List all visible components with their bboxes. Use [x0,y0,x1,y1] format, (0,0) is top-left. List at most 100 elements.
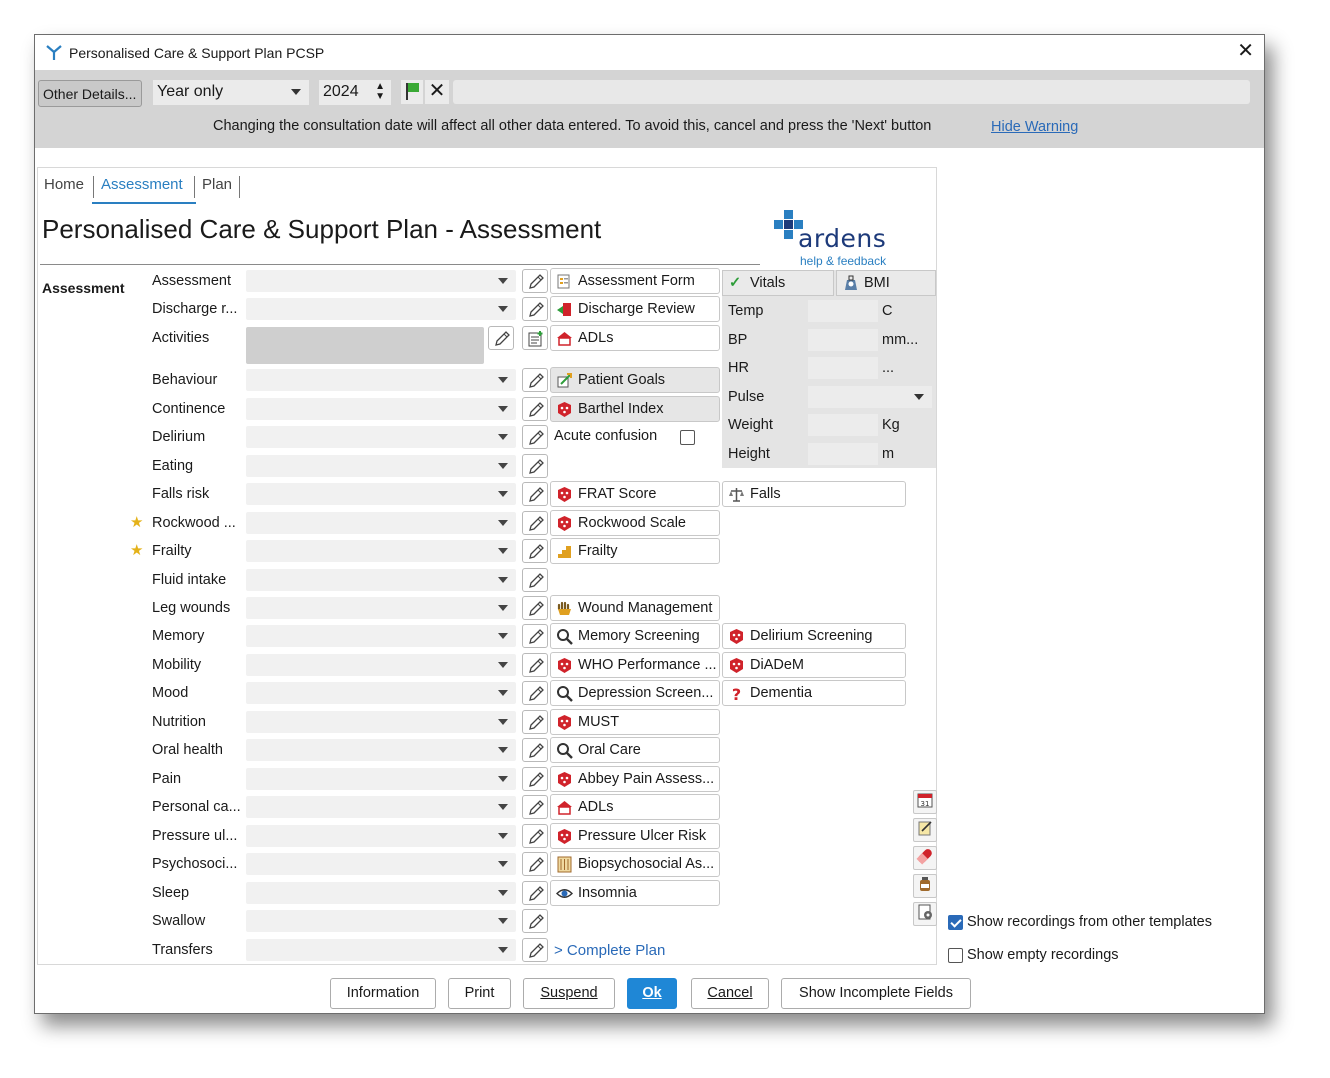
pulse-select[interactable] [808,386,932,408]
vital-input[interactable] [808,414,878,436]
row-dropdown[interactable] [246,654,516,676]
vital-input[interactable] [808,357,878,379]
row-link-button[interactable]: Insomnia [550,880,720,906]
row-dropdown[interactable] [246,426,516,448]
row-dropdown[interactable] [246,796,516,818]
pencil-icon[interactable] [522,681,548,705]
tab-plan[interactable]: Plan [202,176,232,193]
hide-warning-link[interactable]: Hide Warning [991,119,1078,135]
row-link-button[interactable]: Frailty [550,538,720,564]
tab-home[interactable]: Home [44,176,84,193]
pencil-icon[interactable] [522,710,548,734]
pencil-icon[interactable] [522,297,548,321]
ardens-logo[interactable]: ardens help & feedback [772,208,902,270]
row-dropdown[interactable] [246,768,516,790]
row-dropdown[interactable] [246,569,516,591]
row-dropdown[interactable] [246,910,516,932]
row-dropdown[interactable] [246,540,516,562]
green-flag-icon[interactable] [401,80,423,104]
pencil-icon[interactable] [522,795,548,819]
clear-date-icon[interactable]: ✕ [425,80,449,104]
row-dropdown[interactable] [246,853,516,875]
row-link-button[interactable]: Memory Screening [550,623,720,649]
row-link-button[interactable]: ADLs [550,325,720,351]
pencil-icon[interactable] [522,767,548,791]
row-dropdown[interactable] [246,455,516,477]
row-dropdown[interactable] [246,483,516,505]
cancel-button[interactable]: Cancel [691,978,769,1009]
row-link-button[interactable]: Patient Goals [550,367,720,393]
up-down-arrows-icon[interactable]: ▲ ▼ [375,82,385,102]
vital-input[interactable] [808,443,878,465]
tab-assessment[interactable]: Assessment [101,176,183,193]
vitals-button[interactable]: ✓ Vitals [722,270,834,296]
row-secondary-link-button[interactable]: Falls [722,481,906,507]
row-dropdown[interactable] [246,270,516,292]
row-link-button[interactable]: Depression Screen... [550,680,720,706]
date-mode-select[interactable]: Year only [153,80,309,105]
pencil-icon[interactable] [522,511,548,535]
pencil-icon[interactable] [522,824,548,848]
row-secondary-link-button[interactable]: DiADeM [722,652,906,678]
row-dropdown[interactable] [246,597,516,619]
pencil-icon[interactable] [522,269,548,293]
pencil-icon[interactable] [522,852,548,876]
print-button[interactable]: Print [448,978,511,1009]
pencil-icon[interactable] [522,368,548,392]
document-settings-icon[interactable] [913,902,937,926]
row-dropdown[interactable] [246,512,516,534]
row-link-button[interactable]: Abbey Pain Assess... [550,766,720,792]
suspend-button[interactable]: Suspend [523,978,615,1009]
activities-text-area[interactable] [246,327,484,364]
row-link-button[interactable]: Pressure Ulcer Risk [550,823,720,849]
pencil-icon[interactable] [522,596,548,620]
show-empty-checkbox[interactable] [948,948,963,963]
show-other-templates-checkbox[interactable] [948,915,963,930]
row-link-button[interactable]: MUST [550,709,720,735]
row-link-button[interactable]: Biopsychosocial As... [550,851,720,877]
acute-confusion-checkbox[interactable] [680,430,695,445]
bmi-button[interactable]: BMI [836,270,936,296]
row-dropdown[interactable] [246,882,516,904]
pencil-icon[interactable] [522,397,548,421]
pill-icon[interactable] [913,846,937,870]
pencil-icon[interactable] [488,326,514,350]
row-dropdown[interactable] [246,398,516,420]
other-details-button[interactable]: Other Details... [38,80,142,107]
row-secondary-link-button[interactable]: Delirium Screening [722,623,906,649]
information-button[interactable]: Information [330,978,436,1009]
calendar-icon[interactable]: 31 [913,790,937,814]
notepad-edit-icon[interactable] [913,818,937,842]
row-dropdown[interactable] [246,298,516,320]
row-dropdown[interactable] [246,369,516,391]
vital-input[interactable] [808,300,878,322]
copy-note-icon[interactable] [522,326,548,350]
pencil-icon[interactable] [522,938,548,962]
row-link-button[interactable]: Rockwood Scale [550,510,720,536]
pencil-icon[interactable] [522,454,548,478]
help-feedback-link[interactable]: help & feedback [800,254,886,268]
row-link-button[interactable]: WHO Performance ... [550,652,720,678]
row-dropdown[interactable] [246,711,516,733]
row-link-button[interactable]: Assessment Form [550,268,720,294]
row-link-button[interactable]: Oral Care [550,737,720,763]
pencil-icon[interactable] [522,881,548,905]
pencil-icon[interactable] [522,539,548,563]
row-link-button[interactable]: ADLs [550,794,720,820]
ok-button[interactable]: Ok [627,978,677,1009]
vital-input[interactable] [808,329,878,351]
pencil-icon[interactable] [522,909,548,933]
row-link-button[interactable]: Discharge Review [550,296,720,322]
pencil-icon[interactable] [522,482,548,506]
row-dropdown[interactable] [246,682,516,704]
row-link-button[interactable]: Wound Management [550,595,720,621]
row-link-button[interactable]: Barthel Index [550,396,720,422]
row-dropdown[interactable] [246,825,516,847]
row-dropdown[interactable] [246,739,516,761]
row-secondary-link-button[interactable]: ? Dementia [722,680,906,706]
pencil-icon[interactable] [522,624,548,648]
year-stepper[interactable]: 2024 ▲ ▼ [319,80,391,105]
pencil-icon[interactable] [522,568,548,592]
complete-plan-link[interactable]: > Complete Plan [554,942,665,959]
medicine-bottle-icon[interactable] [913,874,937,898]
